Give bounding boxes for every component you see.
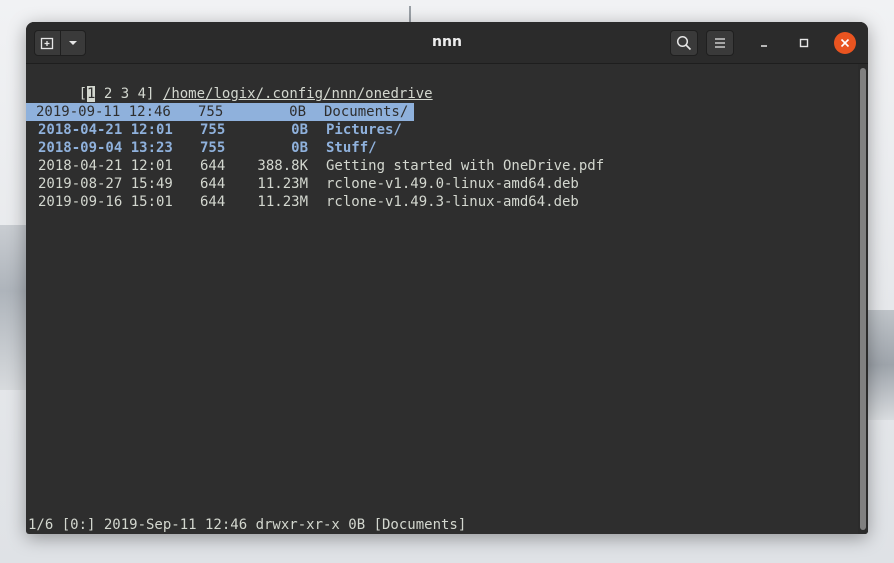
file-name: Documents/ — [324, 104, 409, 120]
maximize-button[interactable] — [793, 32, 815, 54]
close-button[interactable] — [834, 32, 856, 54]
other-context-tabs: 2 3 4] — [95, 86, 163, 102]
file-size: 11.23M — [257, 176, 308, 192]
status-line: 1/6 [0:] 2019-Sep-11 12:46 drwxr-xr-x 0B… — [28, 517, 467, 533]
minimize-icon — [761, 45, 767, 47]
search-button[interactable] — [670, 30, 698, 56]
file-size: 0B — [291, 122, 308, 138]
tab-open-bracket: [ — [78, 86, 88, 102]
file-permissions: 644 — [200, 158, 226, 174]
current-path: /home/logix/.config/nnn/onedrive — [162, 86, 433, 102]
file-size: 0B — [291, 140, 308, 156]
file-row[interactable]: 2019-09-11 12:46 755 0B Documents/ — [26, 103, 414, 121]
search-icon — [676, 35, 692, 51]
file-permissions: 755 — [200, 122, 226, 138]
file-size: 0B — [289, 104, 306, 120]
file-date: 2018-04-21 12:01 — [38, 158, 173, 174]
file-size: 11.23M — [257, 194, 308, 210]
hamburger-menu-button[interactable] — [706, 30, 734, 56]
terminal-content[interactable]: [1 2 3 4] /home/logix/.config/nnn/onedri… — [26, 64, 856, 534]
file-name: Stuff/ — [326, 140, 377, 156]
hamburger-icon — [715, 38, 725, 48]
file-date: 2019-09-11 12:46 — [36, 104, 171, 120]
file-name: Getting started with OneDrive.pdf — [326, 158, 605, 174]
tabs-path-line: [1 2 3 4] /home/logix/.config/nnn/onedri… — [28, 67, 433, 102]
file-permissions: 755 — [198, 104, 224, 120]
file-name: rclone-v1.49.0-linux-amd64.deb — [326, 176, 579, 192]
file-date: 2018-04-21 12:01 — [38, 122, 173, 138]
close-icon — [840, 38, 850, 48]
file-size: 388.8K — [257, 158, 308, 174]
file-permissions: 755 — [200, 140, 226, 156]
file-date: 2019-09-16 15:01 — [38, 194, 173, 210]
background-building-left — [0, 225, 26, 390]
file-date: 2019-08-27 15:49 — [38, 176, 173, 192]
file-permissions: 644 — [200, 194, 226, 210]
background-building-right — [868, 310, 894, 420]
maximize-icon — [799, 38, 809, 48]
file-date: 2018-09-04 13:23 — [38, 140, 173, 156]
scrollbar-thumb[interactable] — [860, 68, 866, 530]
title-bar: nnn — [26, 22, 868, 64]
file-name: Pictures/ — [326, 122, 402, 138]
file-permissions: 644 — [200, 176, 226, 192]
minimize-button[interactable] — [753, 32, 775, 54]
scrollbar[interactable] — [858, 64, 868, 534]
terminal-window: nnn [1 2 3 4] /home/logix/.config/nnn/on… — [26, 22, 868, 534]
file-name: rclone-v1.49.3-linux-amd64.deb — [326, 194, 579, 210]
window-title: nnn — [432, 34, 462, 50]
